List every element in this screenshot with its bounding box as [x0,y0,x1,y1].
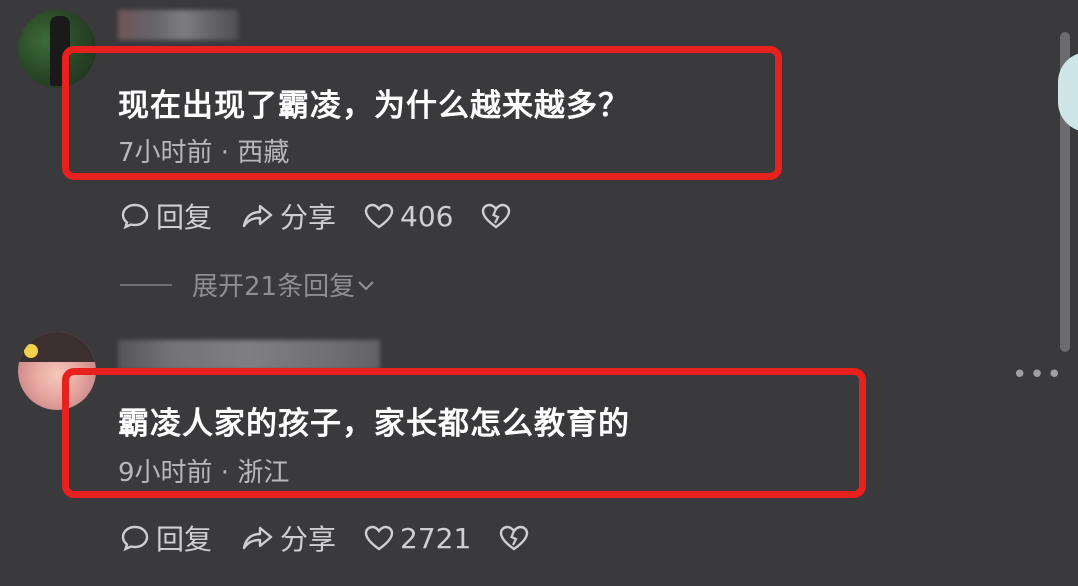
dislike-button[interactable] [481,202,517,230]
like-button[interactable]: 2721 [364,522,471,555]
dislike-button[interactable] [499,524,535,552]
share-button[interactable]: 分享 [240,518,336,558]
chevron-down-icon [358,280,374,291]
reply-button[interactable]: 回复 [120,518,212,558]
comment-meta: 9小时前 · 浙江 [118,458,290,488]
expand-replies-button[interactable]: 展开21条回复 [120,266,377,303]
reply-icon [121,203,149,230]
share-icon [242,526,273,550]
share-icon [242,204,273,228]
share-label: 分享 [280,201,337,234]
comment-actions: 回复 分享 2721 [120,518,563,558]
heart-icon [364,525,394,551]
heart-icon [364,203,394,229]
more-options-icon[interactable]: ••• [1012,360,1064,390]
comments-panel: 现在出现了霸凌，为什么越来越多？ 7小时前 · 西藏 回复 分享 406 展开2… [0,0,1078,586]
broken-heart-icon [500,525,529,551]
username-blurred[interactable] [118,10,238,40]
reply-label: 回复 [156,523,213,556]
comment-text: 现在出现了霸凌，为什么越来越多？ [118,88,630,124]
share-button[interactable]: 分享 [240,196,336,236]
reply-label: 回复 [156,201,213,234]
like-count: 2721 [400,521,472,555]
like-button[interactable]: 406 [364,200,453,233]
reply-icon [121,525,149,552]
comment-text: 霸凌人家的孩子，家长都怎么教育的 [118,406,630,442]
broken-heart-icon [482,203,511,229]
share-label: 分享 [280,523,337,556]
comment-actions: 回复 分享 406 [120,196,545,236]
like-count: 406 [400,199,454,233]
username-blurred[interactable] [118,340,380,370]
expand-replies-label: 展开21条回复 [192,272,356,302]
comment-meta: 7小时前 · 西藏 [118,138,290,168]
divider-line [120,283,172,286]
reply-button[interactable]: 回复 [120,196,212,236]
